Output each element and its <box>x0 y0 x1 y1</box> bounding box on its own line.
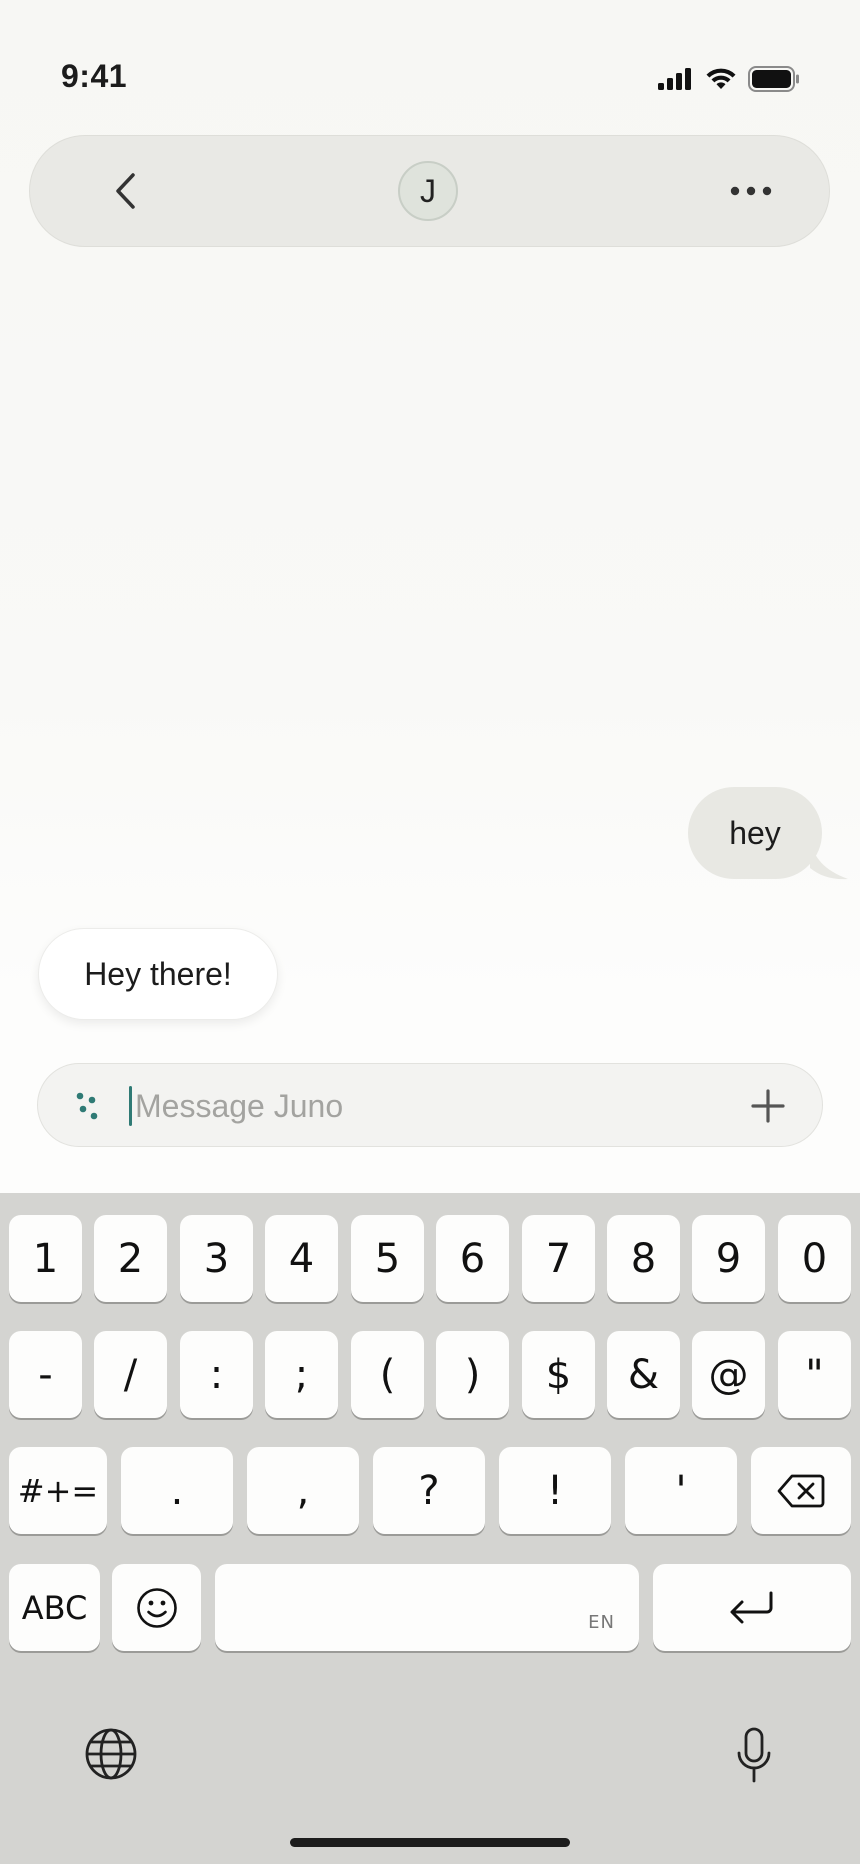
backspace-icon <box>777 1474 825 1507</box>
status-bar: 9:41 <box>0 0 860 120</box>
space-language-label: EN <box>588 1612 615 1633</box>
home-indicator[interactable] <box>290 1838 570 1847</box>
key-hyphen[interactable]: - <box>9 1331 82 1418</box>
more-options-button[interactable] <box>726 171 776 211</box>
return-icon <box>730 1591 773 1623</box>
key-7[interactable]: 7 <box>522 1215 595 1302</box>
avatar[interactable]: J <box>398 161 458 221</box>
key-9[interactable]: 9 <box>692 1215 765 1302</box>
add-attachment-button[interactable] <box>746 1084 790 1128</box>
key-backspace[interactable] <box>751 1447 851 1534</box>
key-emoji[interactable] <box>112 1564 201 1651</box>
message-composer <box>37 1063 823 1147</box>
assistant-message-bubble: Hey there! <box>38 928 278 1020</box>
status-icons <box>658 66 800 92</box>
key-exclamation[interactable]: ! <box>499 1447 611 1534</box>
plus-icon <box>751 1089 785 1123</box>
key-period[interactable]: . <box>121 1447 233 1534</box>
key-ampersand[interactable]: & <box>607 1331 680 1418</box>
microphone-icon <box>737 1727 771 1783</box>
key-5[interactable]: 5 <box>351 1215 424 1302</box>
status-time: 9:41 <box>61 58 128 94</box>
key-apostrophe[interactable]: ' <box>625 1447 737 1534</box>
key-6[interactable]: 6 <box>436 1215 509 1302</box>
dictation-button[interactable] <box>736 1727 772 1785</box>
chat-header: J <box>29 135 830 247</box>
globe-button[interactable] <box>84 1727 138 1781</box>
key-question[interactable]: ? <box>373 1447 485 1534</box>
signal-icon <box>658 68 691 90</box>
key-dollar[interactable]: $ <box>522 1331 595 1418</box>
key-open-paren[interactable]: ( <box>351 1331 424 1418</box>
battery-icon <box>748 66 799 92</box>
key-symbols-toggle[interactable]: #+= <box>9 1447 107 1534</box>
user-message-bubble: hey <box>688 787 822 879</box>
more-horizontal-icon <box>730 186 772 196</box>
key-3[interactable]: 3 <box>180 1215 253 1302</box>
key-close-paren[interactable]: ) <box>436 1331 509 1418</box>
key-semicolon[interactable]: ; <box>265 1331 338 1418</box>
globe-icon <box>85 1728 137 1780</box>
key-slash[interactable]: / <box>94 1331 167 1418</box>
key-abc[interactable]: ABC <box>9 1564 100 1651</box>
key-colon[interactable]: : <box>180 1331 253 1418</box>
key-1[interactable]: 1 <box>9 1215 82 1302</box>
key-comma[interactable]: , <box>247 1447 359 1534</box>
wifi-icon <box>706 68 736 89</box>
key-at[interactable]: @ <box>692 1331 765 1418</box>
emoji-icon <box>136 1587 177 1628</box>
chevron-left-icon <box>116 173 135 209</box>
key-2[interactable]: 2 <box>94 1215 167 1302</box>
key-8[interactable]: 8 <box>607 1215 680 1302</box>
sparkle-dots-icon <box>76 1092 98 1120</box>
message-input[interactable] <box>135 1076 655 1136</box>
key-0[interactable]: 0 <box>778 1215 851 1302</box>
key-4[interactable]: 4 <box>265 1215 338 1302</box>
back-button[interactable] <box>100 166 150 216</box>
text-caret <box>129 1086 132 1126</box>
bubble-tail <box>810 840 848 880</box>
key-return[interactable] <box>653 1564 851 1651</box>
keyboard: 1 2 3 4 5 6 7 8 9 0 - / : ; ( ) $ & @ " … <box>0 1193 860 1864</box>
key-space[interactable]: EN <box>215 1564 639 1651</box>
key-quote[interactable]: " <box>778 1331 851 1418</box>
